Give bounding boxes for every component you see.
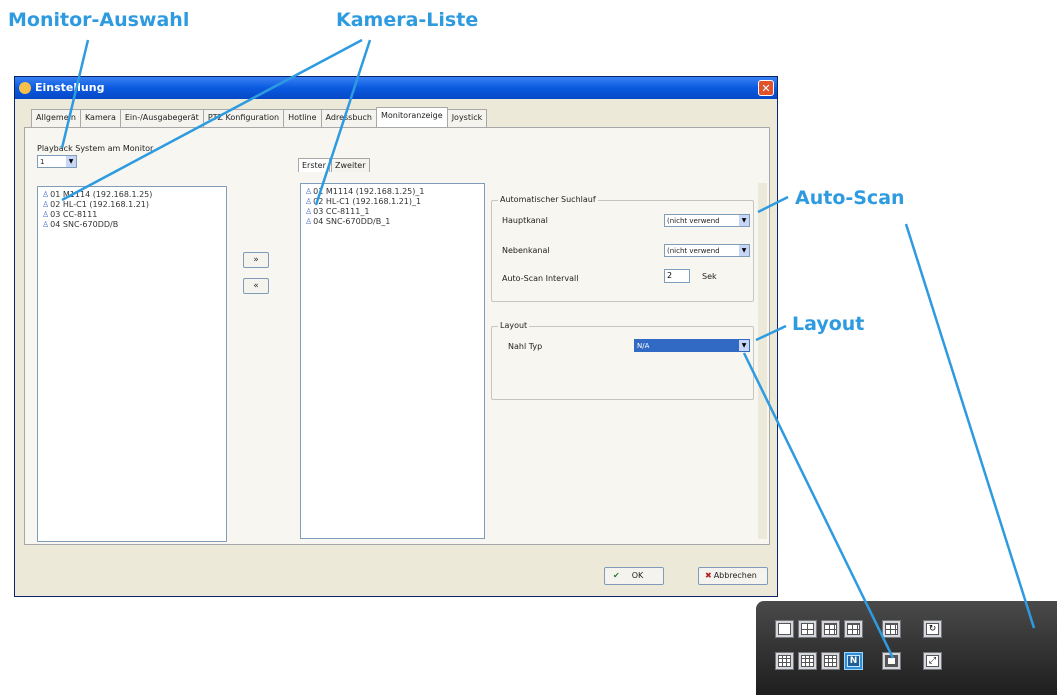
- camera-list-item[interactable]: ♙03 CC-8111_1: [301, 207, 484, 217]
- sub-channel-select[interactable]: (nicht verwend ▼: [664, 244, 750, 257]
- layout-toolbar: N ↻ ⤢: [756, 601, 1057, 695]
- camera-icon: ♙: [42, 210, 50, 219]
- settings-dialog: Einstellung ✕ Allgemein Kamera Ein-/Ausg…: [14, 76, 778, 597]
- tab-ptz-konfiguration[interactable]: PTZ Konfiguration: [202, 109, 285, 128]
- chevron-down-icon[interactable]: ▼: [739, 340, 749, 351]
- remove-from-monitor-button[interactable]: «: [243, 278, 269, 294]
- camera-icon: ♙: [305, 207, 313, 216]
- camera-list-item[interactable]: ♙04 SNC-670DD/B: [38, 220, 226, 230]
- layout-10-icon[interactable]: [775, 652, 794, 670]
- add-to-monitor-button[interactable]: »: [243, 252, 269, 268]
- tab-allgemein[interactable]: Allgemein: [31, 109, 81, 128]
- camera-list-callout: Kamera-Liste: [336, 9, 479, 31]
- tab-adressbuch[interactable]: Adressbuch: [320, 109, 377, 128]
- monitor-select[interactable]: 1 ▼: [37, 155, 77, 168]
- panel-scrollbar[interactable]: [758, 183, 767, 539]
- tab-erster[interactable]: Erster: [298, 158, 330, 172]
- layout-6-icon[interactable]: [821, 620, 840, 638]
- chevron-down-icon[interactable]: ▼: [66, 156, 76, 167]
- monitor-selection-callout: Monitor-Auswahl: [8, 9, 190, 31]
- ok-button[interactable]: ✔ OK: [604, 567, 664, 585]
- monitor-camera-list[interactable]: ♙01 M1114 (192.168.1.25)_1 ♙02 HL-C1 (19…: [300, 183, 485, 539]
- sub-channel-value: (nicht verwend: [667, 247, 720, 255]
- layout-type-value: N/A: [637, 342, 650, 350]
- layout-1-icon[interactable]: [775, 620, 794, 638]
- layout-group: Layout Nahl Typ N/A ▼: [491, 321, 754, 400]
- app-icon: [19, 82, 31, 94]
- camera-list-item[interactable]: ♙02 HL-C1 (192.168.1.21): [38, 200, 226, 210]
- camera-icon: ♙: [42, 220, 50, 229]
- camera-icon: ♙: [42, 190, 50, 199]
- auto-scan-group: Automatischer Suchlauf Hauptkanal (nicht…: [491, 195, 754, 302]
- checkmark-icon: ✔: [613, 571, 620, 580]
- dialog-title: Einstellung: [35, 81, 105, 94]
- scan-interval-unit: Sek: [702, 272, 717, 281]
- camera-icon: ♙: [305, 217, 313, 226]
- scan-interval-label: Auto-Scan Intervall: [502, 274, 579, 283]
- camera-list-item[interactable]: ♙01 M1114 (192.168.1.25): [38, 190, 226, 200]
- close-icon: ✖: [705, 571, 712, 580]
- camera-list-item[interactable]: ♙03 CC-8111: [38, 210, 226, 220]
- layout-type-select[interactable]: N/A ▼: [634, 339, 750, 352]
- full-screen-icon[interactable]: ⤢: [923, 652, 942, 670]
- camera-icon: ♙: [42, 200, 50, 209]
- tab-joystick[interactable]: Joystick: [446, 109, 488, 128]
- tab-hotline[interactable]: Hotline: [283, 109, 322, 128]
- cancel-button[interactable]: ✖ Abbrechen: [698, 567, 768, 585]
- layout-13-icon[interactable]: [798, 652, 817, 670]
- single-monitor-icon[interactable]: [882, 652, 901, 670]
- tab-kamera[interactable]: Kamera: [79, 109, 121, 128]
- camera-list-item[interactable]: ♙01 M1114 (192.168.1.25)_1: [301, 187, 484, 197]
- camera-icon: ♙: [305, 187, 313, 196]
- chevron-down-icon[interactable]: ▼: [739, 245, 749, 256]
- monitor-select-label: Playback System am Monitor: [37, 144, 154, 153]
- camera-list-item[interactable]: ♙04 SNC-670DD/B_1: [301, 217, 484, 227]
- scan-interval-input[interactable]: 2: [664, 269, 690, 283]
- layout-type-label: Nahl Typ: [508, 342, 543, 351]
- layout-group-title: Layout: [498, 321, 530, 330]
- available-camera-list[interactable]: ♙01 M1114 (192.168.1.25) ♙02 HL-C1 (192.…: [37, 186, 227, 542]
- layout-n-icon[interactable]: N: [844, 652, 863, 670]
- main-channel-label: Hauptkanal: [502, 216, 548, 225]
- main-channel-select[interactable]: (nicht verwend ▼: [664, 214, 750, 227]
- monitor-select-value: 1: [40, 158, 45, 166]
- layout-16-icon[interactable]: [821, 652, 840, 670]
- auto-scan-group-title: Automatischer Suchlauf: [498, 195, 598, 204]
- layout-9-icon[interactable]: [844, 620, 863, 638]
- monitor-display-panel: Playback System am Monitor 1 ▼ ♙01 M1114…: [24, 127, 770, 545]
- tab-ein-ausgabegeraet[interactable]: Ein-/Ausgabegerät: [119, 109, 204, 128]
- auto-scan-callout: Auto-Scan: [795, 187, 905, 209]
- camera-icon: ♙: [305, 197, 313, 206]
- dialog-titlebar: Einstellung ✕: [15, 77, 777, 99]
- layout-callout: Layout: [792, 313, 865, 335]
- camera-list-item[interactable]: ♙02 HL-C1 (192.168.1.21)_1: [301, 197, 484, 207]
- main-channel-value: (nicht verwend: [667, 217, 720, 225]
- sub-channel-label: Nebenkanal: [502, 246, 550, 255]
- auto-scan-toolbar-pointer-line: [904, 223, 1036, 629]
- tab-monitoranzeige[interactable]: Monitoranzeige: [375, 107, 448, 128]
- tab-zweiter[interactable]: Zweiter: [331, 158, 370, 172]
- settings-tab-bar: Allgemein Kamera Ein-/Ausgabegerät PTZ K…: [31, 107, 488, 128]
- multi-monitor-icon[interactable]: [882, 620, 901, 638]
- close-icon[interactable]: ✕: [758, 80, 774, 96]
- chevron-down-icon[interactable]: ▼: [739, 215, 749, 226]
- layout-4-icon[interactable]: [798, 620, 817, 638]
- auto-scan-icon[interactable]: ↻: [923, 620, 942, 638]
